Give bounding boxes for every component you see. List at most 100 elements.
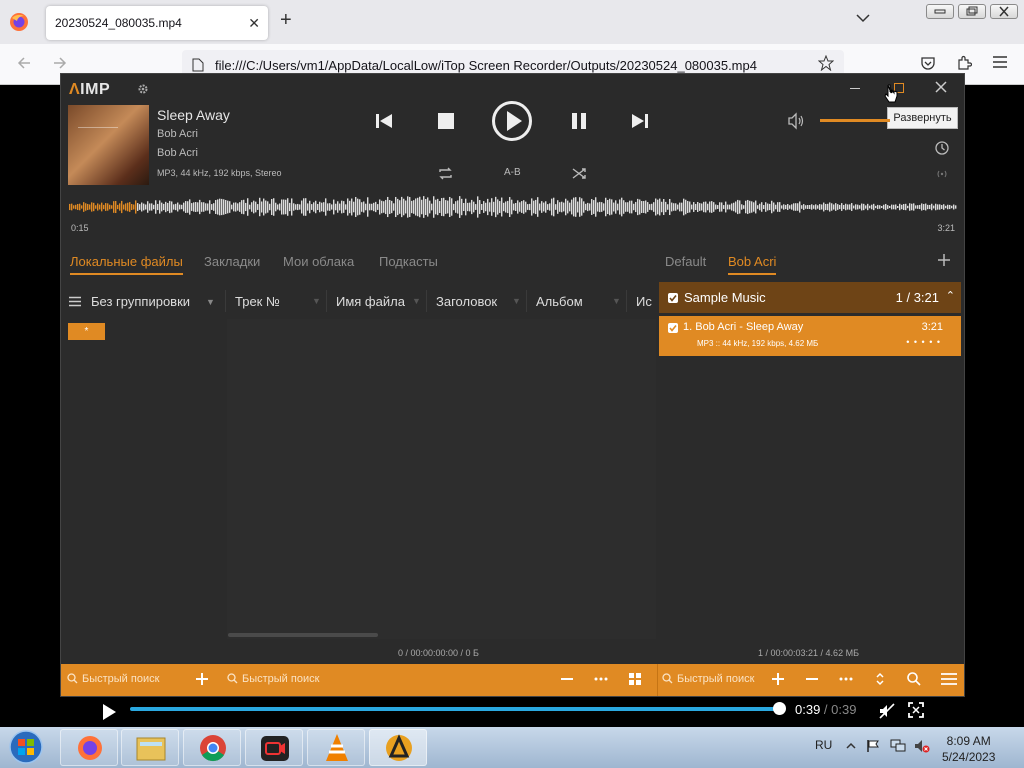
album-cover <box>68 105 149 185</box>
tab-local-files[interactable]: Локальные файлы <box>70 254 183 275</box>
extensions-icon[interactable] <box>956 55 972 71</box>
clock-icon[interactable] <box>935 141 949 155</box>
library-list[interactable] <box>227 319 656 639</box>
video-progress[interactable] <box>130 707 780 711</box>
back-icon[interactable] <box>16 55 32 71</box>
track-info: MP3, 44 kHz, 192 kbps, Stereo <box>157 168 282 178</box>
column-album[interactable]: Альбом <box>536 294 583 309</box>
shuffle-icon[interactable] <box>572 166 587 181</box>
maximize-tooltip: Развернуть <box>887 107 958 129</box>
tab-podcasts[interactable]: Подкасты <box>379 254 438 269</box>
new-tab-icon[interactable]: + <box>280 10 292 30</box>
speaker-muted-icon[interactable] <box>914 739 930 753</box>
column-title[interactable]: Заголовок <box>436 294 497 309</box>
repeat-icon[interactable] <box>438 166 453 181</box>
sort-icon[interactable] <box>873 672 887 686</box>
forward-icon[interactable] <box>52 55 68 71</box>
mute-icon[interactable] <box>878 702 896 720</box>
taskbar-vlc[interactable] <box>307 729 365 766</box>
previous-track-icon[interactable] <box>375 112 393 130</box>
menu-icon[interactable] <box>992 55 1008 69</box>
remove-icon[interactable] <box>805 672 819 686</box>
pause-icon[interactable] <box>570 112 588 130</box>
column-track-number[interactable]: Трек № <box>235 294 280 309</box>
grid-view-icon[interactable] <box>628 672 642 686</box>
tab-my-clouds[interactable]: Мои облака <box>283 254 354 269</box>
more-icon[interactable] <box>594 672 608 686</box>
taskbar-aimp[interactable] <box>369 729 427 766</box>
radio-icon[interactable] <box>935 169 949 179</box>
more-icon[interactable] <box>839 672 853 686</box>
chevron-down-icon[interactable]: ▼ <box>206 297 215 307</box>
gear-icon[interactable] <box>137 83 149 95</box>
network-icon[interactable] <box>890 739 906 753</box>
quick-search-groups[interactable]: Быстрый поиск <box>82 673 159 685</box>
taskbar-explorer[interactable] <box>121 729 179 766</box>
playlist-item[interactable]: 1. Bob Acri - Sleep Away 3:21 MP3 :: 44 … <box>659 316 961 356</box>
stop-icon[interactable] <box>437 112 455 130</box>
menu-icon[interactable] <box>941 672 957 686</box>
playlist-group-header[interactable]: Sample Music 1 / 3:21 ⌃ <box>659 282 961 313</box>
add-playlist-icon[interactable] <box>937 253 951 267</box>
bookmark-star-icon[interactable] <box>818 55 834 71</box>
fullscreen-icon[interactable] <box>908 702 924 718</box>
close-window-icon[interactable] <box>990 4 1018 19</box>
tab-title: 20230524_080035.mp4 <box>55 16 182 30</box>
filter-icon[interactable]: ▼ <box>312 296 321 306</box>
track-artist: Bob Acri <box>157 128 198 140</box>
play-icon[interactable] <box>491 100 533 142</box>
close-tab-icon[interactable]: ✕ <box>248 15 260 32</box>
firefox-icon <box>9 12 29 32</box>
column-file-name[interactable]: Имя файла <box>336 294 405 309</box>
group-name: Sample Music <box>684 290 766 305</box>
library-status: 0 / 00:00:00:00 / 0 Б <box>398 648 479 658</box>
waveform-seekbar[interactable] <box>69 192 957 222</box>
start-button[interactable] <box>4 729 48 766</box>
tab-playlist-bob-acri[interactable]: Bob Acri <box>728 254 777 275</box>
filter-icon[interactable]: ▼ <box>512 296 521 306</box>
ab-repeat-button[interactable]: A-B <box>504 167 521 178</box>
taskbar-chrome[interactable] <box>183 729 241 766</box>
taskbar-firefox[interactable] <box>60 729 118 766</box>
grouping-selector[interactable]: Без группировки <box>91 294 190 309</box>
next-track-icon[interactable] <box>631 112 649 130</box>
close-icon[interactable] <box>934 80 948 94</box>
search-icon[interactable] <box>907 672 921 686</box>
taskbar-screen-recorder[interactable] <box>245 729 303 766</box>
restore-window-icon[interactable] <box>958 4 986 19</box>
browser-tab-bar: 20230524_080035.mp4 ✕ + <box>0 0 1024 44</box>
volume-slider[interactable] <box>820 119 890 122</box>
collapse-icon[interactable]: ⌃ <box>946 289 955 302</box>
video-progress-knob[interactable] <box>773 702 786 715</box>
quick-search-playlist[interactable]: Быстрый поиск <box>677 673 754 685</box>
add-icon[interactable] <box>771 672 785 686</box>
player-header: ΛIMP Развернуть Sleep Away Bob Acri Bob … <box>61 74 964 240</box>
hamburger-icon[interactable] <box>69 296 81 307</box>
system-clock[interactable]: 8:09 AM 5/24/2023 <box>942 733 995 765</box>
tab-playlist-default[interactable]: Default <box>665 254 706 269</box>
quick-search-library[interactable]: Быстрый поиск <box>242 673 319 685</box>
search-icon <box>227 673 238 684</box>
checkbox-icon[interactable] <box>668 323 678 333</box>
pocket-icon[interactable] <box>920 55 936 71</box>
language-indicator[interactable]: RU <box>815 738 832 752</box>
aimp-logo: ΛIMP <box>69 81 111 98</box>
browser-tab[interactable]: 20230524_080035.mp4 ✕ <box>46 6 268 40</box>
tab-bookmarks[interactable]: Закладки <box>204 254 260 269</box>
column-artist[interactable]: Ис <box>636 294 652 309</box>
play-icon[interactable] <box>101 703 117 721</box>
chevron-down-icon[interactable] <box>856 13 870 23</box>
group-filter-all[interactable]: * <box>68 323 105 340</box>
rating-dots[interactable]: • • • • • <box>906 337 941 347</box>
show-hidden-icons-icon[interactable] <box>846 741 856 751</box>
checkbox-icon[interactable] <box>668 293 678 303</box>
minimize-window-icon[interactable] <box>926 4 954 19</box>
filter-icon[interactable]: ▼ <box>612 296 621 306</box>
minimize-icon[interactable] <box>850 88 860 89</box>
horizontal-scrollbar[interactable] <box>228 633 378 637</box>
add-icon[interactable] <box>195 672 209 686</box>
volume-icon[interactable] <box>787 112 805 130</box>
filter-icon[interactable]: ▼ <box>412 296 421 306</box>
remove-icon[interactable] <box>560 672 574 686</box>
flag-icon[interactable] <box>866 739 880 753</box>
